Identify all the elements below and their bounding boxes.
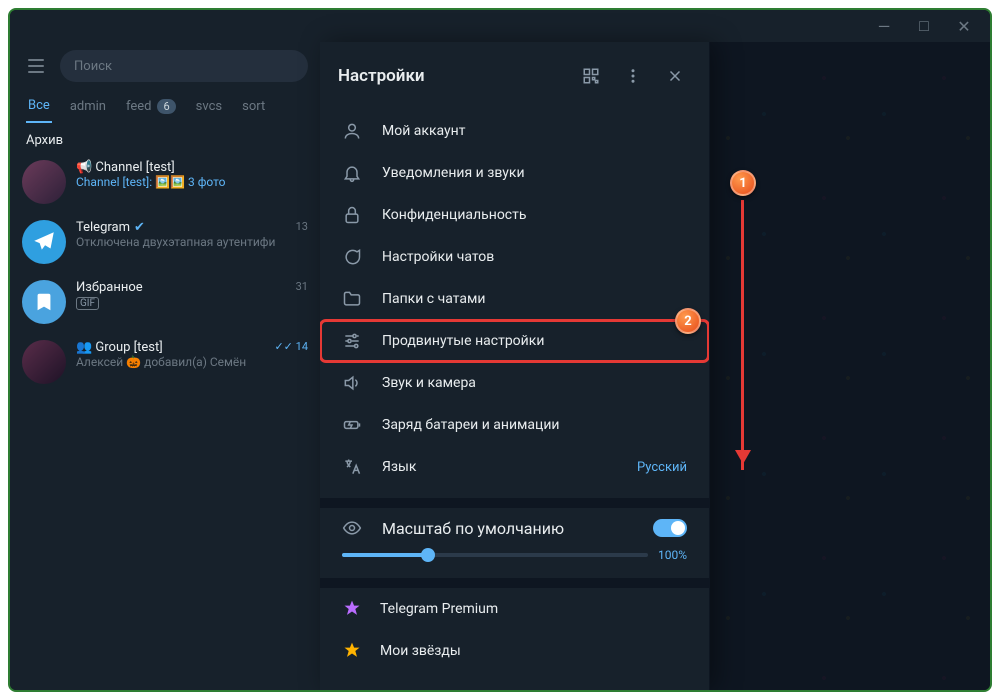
chat-title: 👥 Group [test] xyxy=(76,340,308,355)
settings-item-privacy[interactable]: Конфиденциальность xyxy=(320,194,709,236)
app-frame: — □ ✕ Поиск Все admin feed6 svcs sort Ар… xyxy=(8,8,992,692)
lock-icon xyxy=(342,205,362,225)
settings-item-stars[interactable]: Мои звёзды xyxy=(320,630,709,672)
tab-all[interactable]: Все xyxy=(26,92,52,123)
settings-item-account[interactable]: Мой аккаунт xyxy=(320,110,709,152)
settings-item-label: Продвинутые настройки xyxy=(382,333,544,349)
settings-item-label: Мои звёзды xyxy=(380,643,461,659)
window-minimize-button[interactable]: — xyxy=(866,14,902,38)
chat-title: Избранное xyxy=(76,280,308,295)
settings-item-battery[interactable]: Заряд батареи и анимации xyxy=(320,404,709,446)
settings-panel: Настройки Мой аккаунт Уведомления и звук… xyxy=(320,42,710,690)
settings-item-chats[interactable]: Настройки чатов xyxy=(320,236,709,278)
verified-icon: ✔ xyxy=(134,220,145,235)
divider xyxy=(320,578,709,588)
chat-row[interactable]: 📢 Channel [test] Channel [test]: 🖼️🖼️ 3 … xyxy=(10,152,320,212)
settings-item-folders[interactable]: Папки с чатами xyxy=(320,278,709,320)
hamburger-menu-icon[interactable] xyxy=(22,52,50,80)
chat-subtitle: Алексей 🎃 добавил(а) Семён xyxy=(76,355,308,369)
divider xyxy=(320,498,709,508)
scale-toggle[interactable] xyxy=(653,519,687,537)
settings-scale-row: Масштаб по умолчанию xyxy=(320,508,709,542)
settings-item-advanced[interactable]: Продвинутые настройки 2 xyxy=(320,320,709,362)
more-icon[interactable] xyxy=(617,60,649,92)
language-icon xyxy=(342,457,362,477)
chat-title: Telegram ✔ xyxy=(76,220,308,235)
archive-label: Архив xyxy=(10,123,320,152)
account-icon xyxy=(342,121,362,141)
chat-subtitle: GIF xyxy=(76,295,308,310)
settings-item-label: Заряд батареи и анимации xyxy=(382,417,560,433)
gif-badge-icon: GIF xyxy=(76,297,99,310)
chat-row[interactable]: 👥 Group [test] Алексей 🎃 добавил(а) Семё… xyxy=(10,332,320,392)
settings-item-value: Русский xyxy=(637,460,687,475)
chat-row[interactable]: Избранное GIF 31 xyxy=(10,272,320,332)
avatar xyxy=(22,340,66,384)
avatar xyxy=(22,160,66,204)
chat-date: 31 xyxy=(296,280,308,293)
tab-sort[interactable]: sort xyxy=(240,92,267,123)
chat-title: 📢 Channel [test] xyxy=(76,160,308,175)
avatar xyxy=(22,280,66,324)
settings-item-label: Конфиденциальность xyxy=(382,207,526,223)
close-icon[interactable] xyxy=(659,60,691,92)
settings-item-notifications[interactable]: Уведомления и звуки xyxy=(320,152,709,194)
chat-date: ✓✓ 14 xyxy=(274,340,308,353)
tab-admin[interactable]: admin xyxy=(68,92,108,123)
tab-badge: 6 xyxy=(157,99,175,114)
annotation-arrow xyxy=(741,200,744,470)
slider-thumb[interactable] xyxy=(421,548,435,562)
battery-icon xyxy=(342,415,362,435)
window-close-button[interactable]: ✕ xyxy=(946,14,982,38)
speaker-icon xyxy=(342,373,362,393)
scale-slider[interactable] xyxy=(342,553,648,557)
search-input[interactable]: Поиск xyxy=(60,50,308,82)
settings-item-language[interactable]: Язык Русский xyxy=(320,446,709,488)
tab-svcs[interactable]: svcs xyxy=(194,92,224,123)
chat-subtitle: Channel [test]: 🖼️🖼️ 3 фото xyxy=(76,175,308,189)
settings-item-label: Папки с чатами xyxy=(382,291,485,307)
avatar xyxy=(22,220,66,264)
sliders-icon xyxy=(342,331,362,351)
premium-star-icon xyxy=(342,599,362,619)
settings-item-premium[interactable]: Telegram Premium xyxy=(320,588,709,630)
tab-feed[interactable]: feed6 xyxy=(124,92,178,123)
chat-sidebar: Поиск Все admin feed6 svcs sort Архив 📢 … xyxy=(10,42,320,690)
chat-date: 13 xyxy=(296,220,308,233)
scale-value: 100% xyxy=(658,548,687,562)
settings-item-label: Настройки чатов xyxy=(382,249,494,265)
titlebar: — □ ✕ xyxy=(10,10,990,42)
bell-icon xyxy=(342,163,362,183)
scale-label: Масштаб по умолчанию xyxy=(382,519,564,538)
annotation-badge-2: 2 xyxy=(675,308,701,334)
stars-icon xyxy=(342,641,362,661)
folder-icon xyxy=(342,289,362,309)
settings-list: Мой аккаунт Уведомления и звуки Конфиден… xyxy=(320,106,709,498)
settings-item-label: Мой аккаунт xyxy=(382,123,465,139)
folder-tabs: Все admin feed6 svcs sort xyxy=(10,88,320,123)
eye-icon xyxy=(342,518,362,538)
chat-background: и бы написать Настройки Мой аккаунт xyxy=(320,42,990,690)
settings-item-label: Telegram Premium xyxy=(380,601,498,617)
settings-item-sound-camera[interactable]: Звук и камера xyxy=(320,362,709,404)
settings-title: Настройки xyxy=(338,66,565,86)
qr-icon[interactable] xyxy=(575,60,607,92)
chat-subtitle: Отключена двухэтапная аутентифи xyxy=(76,235,308,249)
annotation-badge-1: 1 xyxy=(730,170,756,196)
chat-row[interactable]: Telegram ✔ Отключена двухэтапная аутенти… xyxy=(10,212,320,272)
window-maximize-button[interactable]: □ xyxy=(906,14,942,38)
settings-item-label: Уведомления и звуки xyxy=(382,165,525,181)
settings-item-label: Звук и камера xyxy=(382,375,476,391)
settings-item-label: Язык xyxy=(382,459,416,475)
chat-icon xyxy=(342,247,362,267)
